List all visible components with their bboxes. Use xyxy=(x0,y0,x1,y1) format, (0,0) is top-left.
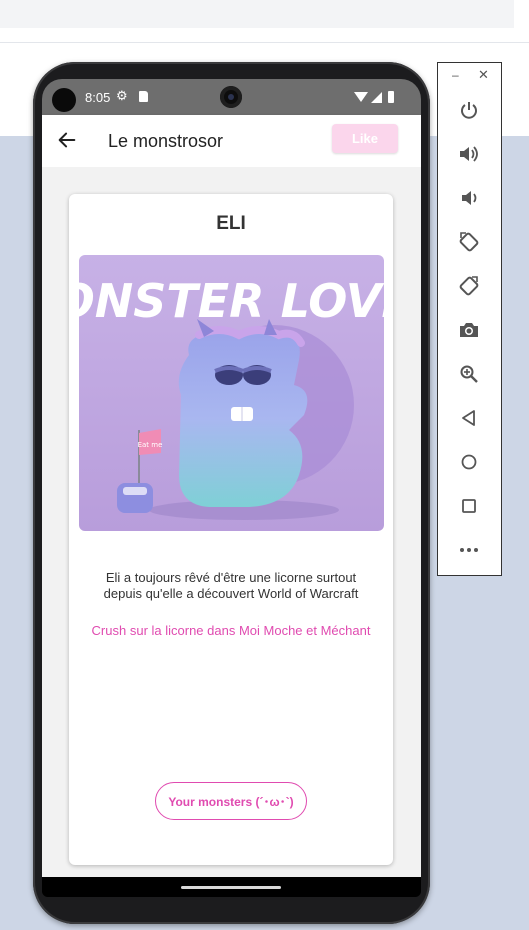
wifi-icon xyxy=(354,92,368,102)
monster-card: ELI MONSTER LOVER xyxy=(69,194,393,865)
home-circle-icon[interactable] xyxy=(457,450,481,474)
image-headline: MONSTER LOVER xyxy=(79,274,384,328)
back-arrow-icon[interactable] xyxy=(56,129,78,151)
status-bar: 8:05 ⚙ xyxy=(42,79,421,115)
monster-name: ELI xyxy=(216,213,246,234)
image-sign-text: Eat me xyxy=(138,441,163,449)
front-camera xyxy=(220,86,242,108)
like-button[interactable]: Like xyxy=(332,124,398,153)
monster-description: Eli a toujours rêvé d'être une licorne s… xyxy=(103,570,359,601)
top-strip xyxy=(0,0,514,28)
settings-icon: ⚙ xyxy=(116,88,128,103)
overview-square-icon[interactable] xyxy=(457,494,481,518)
home-gesture-handle[interactable] xyxy=(181,886,281,889)
monster-crush: Crush sur la licorne dans Moi Moche et M… xyxy=(91,623,371,638)
close-icon[interactable]: ✕ xyxy=(478,67,489,83)
more-icon[interactable] xyxy=(457,538,481,562)
battery-icon xyxy=(388,91,394,103)
divider xyxy=(0,42,529,43)
volume-down-icon[interactable] xyxy=(457,186,481,210)
minimize-icon[interactable]: – xyxy=(452,68,459,82)
power-icon[interactable] xyxy=(457,98,481,122)
page-title: Le monstrosor xyxy=(108,131,224,151)
signal-icon xyxy=(371,92,382,103)
volume-up-icon[interactable] xyxy=(457,142,481,166)
emulator-toolbar: – ✕ xyxy=(437,62,502,576)
rotate-right-icon[interactable] xyxy=(457,274,481,298)
monster-image: MONSTER LOVER Eat me xyxy=(79,255,384,531)
zoom-icon[interactable] xyxy=(457,362,481,386)
your-monsters-button[interactable]: Your monsters (´･ω･`) xyxy=(155,782,307,820)
status-time: 8:05 xyxy=(85,90,111,105)
notification-dot xyxy=(52,88,76,112)
back-triangle-icon[interactable] xyxy=(457,406,481,430)
phone-screen: 8:05 ⚙ Le monstrosor Like ELI NSTER LOV … xyxy=(42,79,421,897)
navigation-bar xyxy=(42,877,421,897)
rotate-left-icon[interactable] xyxy=(457,230,481,254)
camera-icon[interactable] xyxy=(457,318,481,342)
app-bar: Le monstrosor Like xyxy=(42,115,421,167)
sd-card-icon xyxy=(139,91,148,102)
content-area: ELI MONSTER LOVER xyxy=(42,167,421,877)
